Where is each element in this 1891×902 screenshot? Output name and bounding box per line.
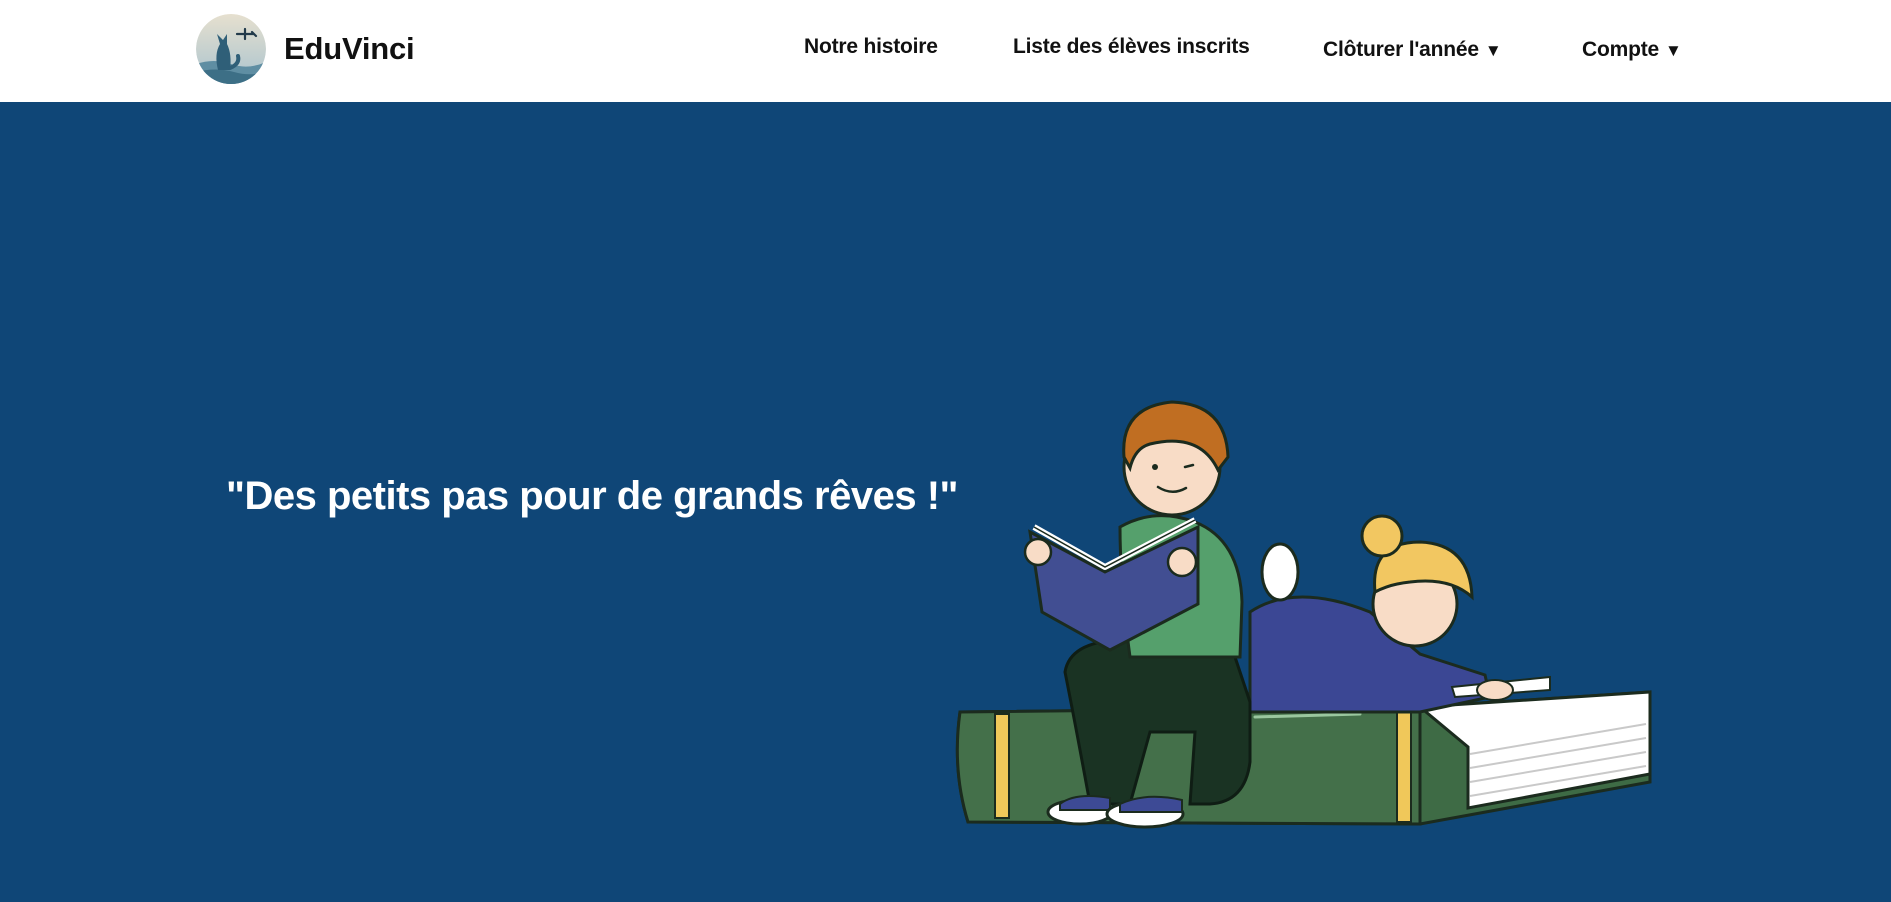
- nav-compte-label: Compte: [1582, 38, 1659, 61]
- top-navbar: EduVinci Notre histoire Liste des élèves…: [0, 0, 1891, 102]
- nav-cloturer-annee-dropdown[interactable]: Clôturer l'année ▼: [1323, 38, 1502, 62]
- brand-name: EduVinci: [284, 31, 415, 66]
- chevron-down-icon: ▼: [1484, 41, 1502, 60]
- nav-cloturer-annee-label: Clôturer l'année: [1323, 38, 1479, 61]
- nav-compte-dropdown[interactable]: Compte ▼: [1582, 38, 1682, 62]
- nav-liste-eleves[interactable]: Liste des élèves inscrits: [1013, 35, 1250, 59]
- hero-slogan: "Des petits pas pour de grands rêves !": [226, 474, 958, 518]
- nav-notre-histoire[interactable]: Notre histoire: [804, 35, 938, 59]
- brand-home-link[interactable]: EduVinci: [196, 14, 415, 84]
- children-reading-on-book-illustration: [950, 372, 1670, 842]
- chevron-down-icon: ▼: [1664, 41, 1682, 60]
- fox-airplane-logo-icon: [196, 14, 266, 84]
- hero-section: "Des petits pas pour de grands rêves !": [0, 102, 1891, 902]
